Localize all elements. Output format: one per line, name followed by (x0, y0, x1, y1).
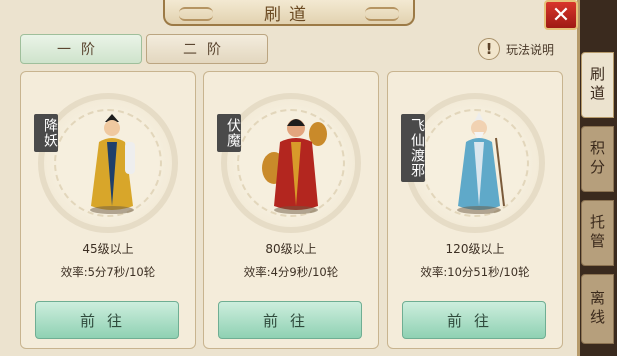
close-x-icon: ✕ (551, 2, 571, 28)
title-banner: 刷道 (163, 0, 415, 26)
close-button[interactable]: ✕ (544, 0, 578, 30)
tab-tier-2[interactable]: 二阶 (146, 34, 268, 64)
help-label: 玩法说明 (506, 42, 555, 57)
task-card-1: 降妖 45级以上 效率:5分7秒/10轮 前往 (20, 71, 196, 349)
page-title: 刷道 (264, 4, 314, 25)
character-portrait (262, 119, 327, 214)
go-button[interactable]: 前往 (218, 301, 362, 339)
side-tab-points[interactable]: 积分 (581, 126, 614, 192)
go-button[interactable]: 前往 (402, 301, 546, 339)
go-button[interactable]: 前往 (35, 301, 179, 339)
character-portrait (90, 114, 135, 214)
main-panel: 刷道 一阶 二阶 ! 玩法说明 降妖 45级以上 效率:5分7秒/10轮 前往 … (0, 0, 580, 356)
card-vertical-label: 伏魔 (217, 114, 241, 152)
card-vertical-label: 飞仙渡邪 (401, 114, 425, 182)
level-requirement: 80级以上 (265, 242, 317, 256)
efficiency-text: 效率:5分7秒/10轮 (60, 265, 156, 279)
side-tab-managed[interactable]: 托管 (581, 200, 614, 266)
cloud-ornament-icon (365, 7, 399, 21)
level-requirement: 45级以上 (82, 242, 134, 256)
character-portrait (457, 112, 505, 214)
side-tab-shuadao[interactable]: 刷道 (581, 52, 614, 118)
task-card-3: 飞仙渡邪 120级以上 效率:10分51秒/10轮 前往 (387, 71, 563, 349)
level-requirement: 120级以上 (445, 242, 505, 256)
efficiency-text: 效率:10分51秒/10轮 (420, 265, 530, 279)
side-tab-offline[interactable]: 离线 (581, 274, 614, 344)
card-vertical-label: 降妖 (34, 114, 58, 152)
cloud-ornament-icon (179, 7, 213, 21)
tab-tier-1[interactable]: 一阶 (20, 34, 142, 64)
help-link[interactable]: ! 玩法说明 (478, 38, 554, 60)
task-card-2: 伏魔 80级以上 效率:4分9秒/10轮 前往 (203, 71, 379, 349)
efficiency-text: 效率:4分9秒/10轮 (243, 265, 339, 279)
question-icon: ! (478, 38, 500, 60)
